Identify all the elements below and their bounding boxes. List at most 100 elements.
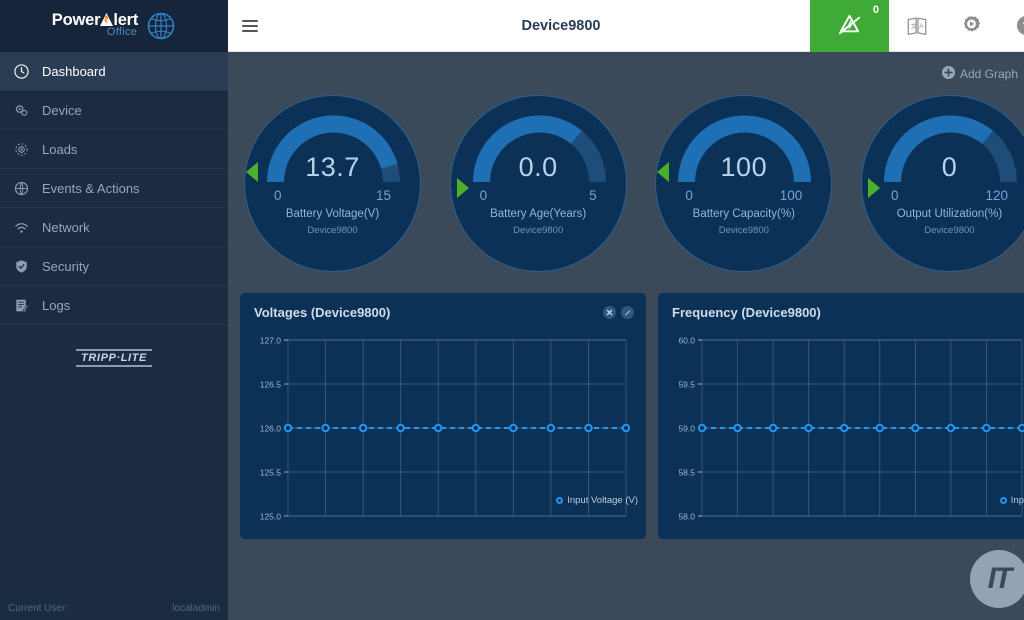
app-root: Power lert Office Dashboard Device Loads…: [0, 0, 1024, 620]
chart-legend[interactable]: Input Voltage (V): [556, 495, 638, 506]
gauge-value: 0: [941, 152, 958, 182]
edit-circle-icon[interactable]: [621, 306, 634, 319]
current-user-value: localadmin: [172, 603, 220, 614]
series-point[interactable]: [982, 423, 991, 433]
series-point[interactable]: [697, 423, 707, 433]
help-button[interactable]: ?: [999, 0, 1024, 52]
sidebar-item-dashboard[interactable]: Dashboard: [0, 52, 228, 91]
legend-marker-icon: [999, 497, 1007, 504]
chart-legend[interactable]: Input Frequency (Hz): [999, 495, 1024, 506]
gauge-device-label: Device9800: [718, 225, 769, 236]
sidebar-item-logs[interactable]: Logs: [0, 286, 228, 325]
chart-svg: 127.0 126.5 126.0 125.5 125.0: [260, 336, 631, 522]
gauge-title: Battery Age(Years): [490, 208, 587, 220]
gauge-arc: [678, 115, 812, 182]
series-point[interactable]: [768, 423, 778, 433]
series-point[interactable]: [546, 423, 556, 433]
sidebar-item-security[interactable]: Security: [0, 247, 228, 286]
help-icon: ?: [1016, 16, 1024, 35]
plus-circle-icon: [941, 65, 955, 82]
gauge-max-label: 100: [779, 188, 803, 203]
gauge-3[interactable]: 100 0 100 Battery Capacity(%) Device9800: [655, 95, 833, 272]
settings-button[interactable]: [944, 0, 999, 52]
gauge-max-label: 120: [985, 188, 1008, 203]
series-point[interactable]: [733, 423, 742, 433]
series-point[interactable]: [396, 423, 405, 433]
main-content: Device9800 0 文 A Add Graph 13.7 0 15 Bat…: [228, 0, 1024, 620]
app-logo[interactable]: Power lert Office: [0, 0, 228, 52]
sidebar-item-label: Events & Actions: [42, 180, 140, 196]
security-icon: [14, 259, 36, 274]
gauge-max-label: 15: [375, 188, 391, 203]
sidebar-item-label: Device: [42, 102, 82, 118]
loads-icon: [14, 142, 36, 157]
series-point[interactable]: [283, 423, 293, 433]
chart-voltages: 127.0 126.5 126.0 125.5 125.0 Input Voltage (…: [240, 326, 646, 539]
gauge-arc: [883, 115, 1017, 182]
chart-frequency: 60.0 59.5 59.0 58.5 58.0 Input Frequency (Hz): [658, 326, 1024, 539]
logo-text: Power lert Office: [51, 10, 139, 39]
top-bar-actions: 0 文 A: [810, 0, 1024, 52]
close-circle-icon[interactable]: [603, 306, 616, 319]
y-axis-tick-label: 59.5: [678, 380, 695, 390]
y-axis-tick-label: 59.0: [678, 424, 695, 434]
logo-sub: Office: [106, 26, 138, 39]
series-point[interactable]: [584, 423, 593, 433]
gauge-4[interactable]: 0 0 120 Output Utilization(%) Device9800: [860, 95, 1024, 272]
series-point[interactable]: [509, 423, 518, 433]
series-point[interactable]: [621, 423, 631, 433]
gauge-row: 13.7 0 15 Battery Voltage(V) Device9800 0.0 0 5…: [228, 95, 1024, 275]
sidebar-item-label: Logs: [42, 297, 71, 313]
series-point[interactable]: [804, 423, 813, 433]
sidebar-item-loads[interactable]: Loads: [0, 130, 228, 169]
series-point[interactable]: [875, 423, 884, 433]
sidebar-item-device[interactable]: Device: [0, 91, 228, 130]
alarms-button[interactable]: 0: [810, 0, 889, 52]
y-axis-tick-label: 58.0: [678, 512, 695, 522]
gauge-1[interactable]: 13.7 0 15 Battery Voltage(V) Device9800: [244, 95, 421, 272]
chart-panels: Voltages (Device9800) 127.0 126.5 126.0 125…: [228, 275, 1024, 539]
network-icon: [14, 220, 36, 235]
sidebar-item-network[interactable]: Network: [0, 208, 228, 247]
language-button[interactable]: 文 A: [889, 0, 944, 52]
device-icon: [14, 103, 36, 118]
gauge-value: 13.7: [305, 152, 360, 182]
series-point[interactable]: [321, 423, 330, 433]
y-axis-tick-label: 126.5: [260, 380, 282, 390]
gauge-device-label: Device9800: [513, 225, 564, 236]
series-point[interactable]: [911, 423, 920, 433]
sidebar-item-label: Loads: [42, 141, 78, 157]
gear-play-icon: [963, 16, 981, 32]
series-point[interactable]: [946, 423, 956, 433]
globe-icon: [146, 11, 176, 41]
sidebar: Power lert Office Dashboard Device Loads…: [0, 0, 228, 620]
hamburger-icon[interactable]: [228, 0, 272, 52]
add-graph-button[interactable]: Add Graph: [941, 65, 1018, 82]
y-axis-tick-label: 125.5: [260, 468, 282, 478]
alarm-count-badge: 0: [872, 3, 879, 16]
sidebar-item-label: Network: [42, 219, 90, 235]
sidebar-item-label: Dashboard: [42, 63, 106, 79]
gauge-title: Output Utilization(%): [896, 208, 1003, 220]
series-point[interactable]: [358, 423, 368, 433]
gauge-min-label: 0: [274, 188, 282, 203]
sidebar-item-events-actions[interactable]: Events & Actions: [0, 169, 228, 208]
top-bar: Device9800 0 文 A: [228, 0, 1024, 52]
gauge-max-label: 5: [589, 188, 597, 203]
series-point[interactable]: [434, 423, 443, 433]
logo-main-pre: Power: [51, 10, 101, 29]
series-point[interactable]: [840, 423, 849, 433]
gauge-arc: [472, 115, 606, 182]
alarm-bolt-icon: [838, 14, 861, 35]
gauge-arc: [267, 115, 400, 182]
legend-label: Input Voltage (V): [567, 495, 638, 506]
series-point[interactable]: [1017, 423, 1024, 433]
sidebar-item-label: Security: [42, 258, 89, 274]
gauge-min-label: 0: [685, 188, 693, 203]
legend-label: Input Frequency (Hz): [1010, 495, 1024, 506]
it-watermark: IT: [970, 550, 1024, 608]
gauge-2[interactable]: 0.0 0 5 Battery Age(Years) Device9800: [449, 95, 627, 272]
series-point[interactable]: [471, 423, 480, 433]
tripp-lite-logo: TRIPP·LITE: [76, 347, 152, 369]
panel-voltages: Voltages (Device9800) 127.0 126.5 126.0 125…: [240, 293, 646, 539]
